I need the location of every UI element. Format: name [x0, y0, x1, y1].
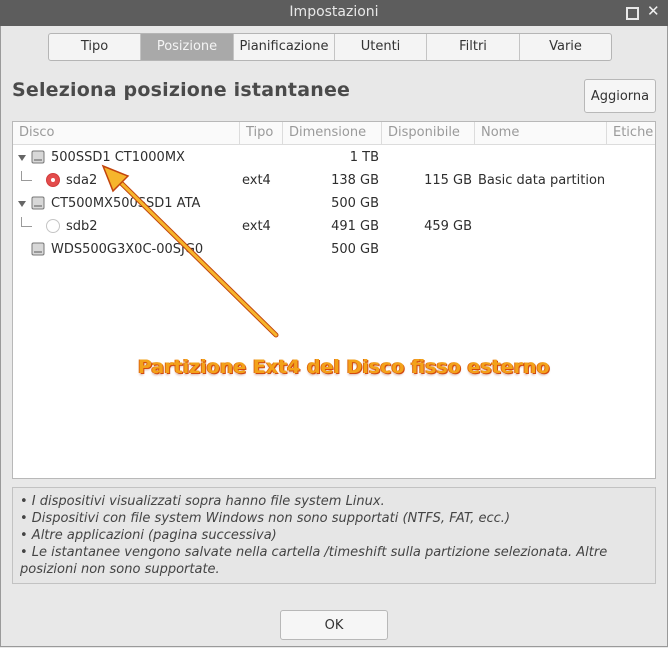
partition-radio[interactable]	[46, 219, 60, 233]
tree-connector	[21, 217, 32, 227]
expander-arrow-icon[interactable]	[18, 201, 26, 207]
page-title: Seleziona posizione istantanee	[12, 79, 351, 101]
title-bar: Impostazioni ✕	[0, 0, 668, 26]
disk-size: 500 GB	[331, 196, 379, 211]
column-header-nome[interactable]: Nome	[475, 122, 607, 144]
partition-size: 491 GB	[331, 219, 379, 234]
tree-connector	[21, 171, 32, 181]
partition-name: sda2	[66, 173, 98, 188]
maximize-icon[interactable]	[626, 7, 639, 20]
window-title: Impostazioni	[289, 4, 379, 20]
tab-utenti[interactable]: Utenti	[335, 34, 427, 60]
disk-name: WDS500G3X0C-00SJG0	[51, 242, 204, 257]
close-icon[interactable]: ✕	[647, 4, 660, 19]
refresh-button[interactable]: Aggiorna	[584, 79, 656, 113]
column-header-etichetta[interactable]: Etiche	[607, 122, 655, 144]
partition-type: ext4	[242, 173, 271, 188]
partition-available: 115 GB	[424, 173, 472, 188]
disk-size: 1 TB	[349, 150, 379, 165]
note-line: • Le istantanee vengono salvate nella ca…	[20, 545, 608, 577]
column-header-tipo[interactable]: Tipo	[240, 122, 283, 144]
partition-name: sdb2	[66, 219, 98, 234]
expander-arrow-icon[interactable]	[18, 155, 26, 161]
hard-disk-icon	[31, 150, 45, 164]
tab-pianificazione[interactable]: Pianificazione	[234, 34, 335, 60]
column-header-disco[interactable]: Disco	[13, 122, 240, 144]
disk-size: 500 GB	[331, 242, 379, 257]
device-table: Disco Tipo Dimensione Disponibile Nome E…	[12, 121, 656, 479]
note-line: • I dispositivi visualizzati sopra hanno…	[20, 494, 385, 509]
note-line: • Altre applicazioni (pagina successiva)	[20, 528, 277, 543]
disk-name: CT500MX500SSD1 ATA	[51, 196, 201, 211]
note-line: • Dispositivi con file system Windows no…	[20, 511, 511, 526]
ok-button[interactable]: OK	[280, 610, 388, 640]
partition-size: 138 GB	[331, 173, 379, 188]
partition-available: 459 GB	[424, 219, 472, 234]
table-row[interactable]: sdb2 ext4 491 GB 459 GB	[13, 215, 655, 238]
partition-radio[interactable]	[46, 173, 60, 187]
table-row[interactable]: 500SSD1 CT1000MX 1 TB	[13, 146, 655, 169]
tab-filtri[interactable]: Filtri	[427, 34, 520, 60]
disk-name: 500SSD1 CT1000MX	[51, 150, 185, 165]
tab-bar: Tipo Posizione Pianificazione Utenti Fil…	[48, 33, 612, 61]
table-row[interactable]: sda2 ext4 138 GB 115 GB Basic data parti…	[13, 169, 655, 192]
info-notes: • I dispositivi visualizzati sopra hanno…	[12, 487, 656, 584]
column-header-disponibile[interactable]: Disponibile	[382, 122, 475, 144]
column-header-dimensione[interactable]: Dimensione	[283, 122, 382, 144]
partition-label: Basic data partition	[478, 173, 606, 188]
table-row[interactable]: WDS500G3X0C-00SJG0 500 GB	[13, 238, 655, 261]
tab-varie[interactable]: Varie	[520, 34, 611, 60]
table-row[interactable]: CT500MX500SSD1 ATA 500 GB	[13, 192, 655, 215]
tab-posizione[interactable]: Posizione	[141, 34, 234, 60]
hard-disk-icon	[31, 242, 45, 256]
tab-tipo[interactable]: Tipo	[49, 34, 141, 60]
partition-type: ext4	[242, 219, 271, 234]
hard-disk-icon	[31, 196, 45, 210]
annotation-label: Partizione Ext4 del Disco fisso esterno	[138, 356, 550, 378]
table-header: Disco Tipo Dimensione Disponibile Nome E…	[13, 122, 655, 145]
